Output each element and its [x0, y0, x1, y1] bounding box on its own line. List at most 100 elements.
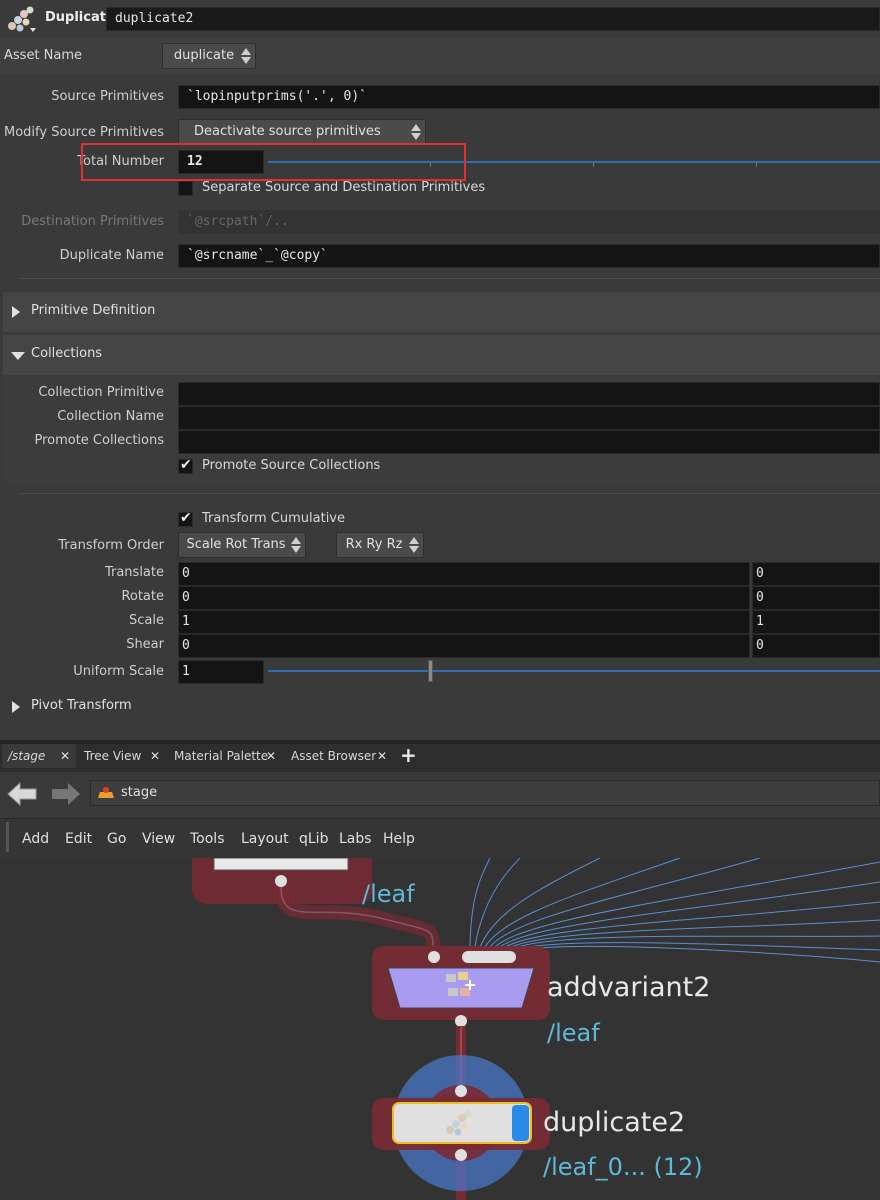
tab-material-palette[interactable]: Material Palette ✕ — [168, 744, 282, 768]
tab-label: Material Palette — [174, 749, 269, 763]
menu-labs[interactable]: Labs — [339, 831, 372, 847]
uniform-scale-label: Uniform Scale — [73, 664, 164, 679]
rotation-order-dropdown[interactable]: Rx Ry Rz — [336, 532, 424, 558]
section-title: Pivot Transform — [31, 698, 132, 713]
tab-tree-view[interactable]: Tree View ✕ — [78, 744, 166, 768]
highlight-box — [81, 143, 466, 181]
node-name-field[interactable]: duplicate2 — [106, 7, 880, 31]
duplicate-name-field[interactable]: `@srcname`_`@copy` — [178, 244, 880, 268]
transform-order-dropdown[interactable]: Scale Rot Trans — [178, 532, 306, 558]
shear-x-field[interactable]: 0 — [178, 634, 750, 658]
rotate-y-field[interactable]: 0 — [752, 586, 880, 610]
parameter-header: Duplicate duplicate2 — [0, 0, 880, 36]
shear-y-field[interactable]: 0 — [752, 634, 880, 658]
separate-label: Separate Source and Destination Primitiv… — [202, 180, 486, 195]
scale-x-field[interactable]: 1 — [178, 610, 750, 634]
pivot-transform-section[interactable]: Pivot Transform — [3, 687, 880, 727]
transform-order-label: Transform Order — [58, 538, 164, 553]
asset-name-dropdown[interactable]: duplicate — [162, 43, 256, 69]
path-value: stage — [121, 785, 158, 800]
close-icon[interactable]: ✕ — [60, 744, 70, 768]
rotation-order-value: Rx Ry Rz — [345, 537, 403, 552]
menu-edit[interactable]: Edit — [65, 831, 92, 847]
stage-icon — [96, 784, 116, 802]
dropdown-arrows-icon — [241, 48, 251, 64]
primitive-definition-section[interactable]: Primitive Definition — [3, 292, 880, 332]
source-primitives-field[interactable]: `lopinputprims('.', 0)` — [178, 85, 880, 109]
menu-help[interactable]: Help — [383, 831, 415, 847]
section-title: Primitive Definition — [31, 303, 156, 318]
addvariant-node-name[interactable]: addvariant2 — [547, 972, 710, 1003]
destination-primitives-field[interactable]: `@srcpath`/.. — [178, 210, 880, 234]
wire-path-label: /leaf — [362, 880, 415, 908]
separate-checkbox[interactable] — [178, 181, 193, 196]
asset-row: Asset Name duplicate — [0, 38, 880, 74]
node-type-label: Duplicate — [45, 10, 115, 25]
uniform-scale-slider[interactable] — [268, 670, 880, 672]
tab-asset-browser[interactable]: Asset Browser ✕ — [285, 744, 393, 768]
menu-view[interactable]: View — [142, 831, 175, 847]
translate-x-field[interactable]: 0 — [178, 562, 750, 586]
collection-name-label: Collection Name — [57, 409, 164, 424]
menu-qlib[interactable]: qLib — [299, 831, 328, 847]
slider-tick — [756, 163, 757, 167]
shear-label: Shear — [126, 637, 164, 652]
collection-primitive-label: Collection Primitive — [38, 385, 164, 400]
network-editor[interactable]: /leaf addvariant2 /leaf duplicate2 /leaf… — [0, 858, 880, 1200]
close-icon[interactable]: ✕ — [150, 744, 160, 768]
promote-source-label: Promote Source Collections — [202, 458, 381, 473]
destination-primitives-label: Destination Primitives — [21, 214, 164, 229]
tab-label: Tree View — [84, 749, 142, 763]
tab-stage[interactable]: /stage ✕ — [2, 744, 76, 768]
transform-order-value: Scale Rot Trans — [186, 537, 286, 552]
tab-label: Asset Browser — [291, 749, 377, 763]
asset-name-label: Asset Name — [4, 48, 83, 63]
addvariant-node-path: /leaf — [547, 1019, 600, 1047]
collections-section[interactable]: Collections — [3, 335, 880, 375]
collection-name-field[interactable] — [178, 406, 880, 430]
source-primitives-label: Source Primitives — [51, 89, 164, 104]
modify-source-value: Deactivate source primitives — [194, 124, 381, 139]
uniform-scale-field[interactable]: 1 — [178, 660, 264, 684]
modify-source-dropdown[interactable]: Deactivate source primitives — [178, 119, 426, 145]
collection-primitive-field[interactable] — [178, 382, 880, 406]
slider-handle[interactable] — [428, 660, 433, 682]
promote-source-checkbox[interactable] — [178, 457, 193, 474]
menu-tools[interactable]: Tools — [190, 831, 225, 847]
asset-name-value: duplicate — [173, 48, 235, 63]
divider — [20, 278, 880, 279]
dropdown-arrows-icon — [409, 537, 419, 553]
menu-handle — [6, 822, 9, 852]
duplicate-node-name[interactable]: duplicate2 — [543, 1107, 685, 1138]
menu-layout[interactable]: Layout — [241, 831, 289, 847]
duplicate-node-path: /leaf_0... (12) — [543, 1153, 703, 1181]
back-arrow-icon[interactable] — [6, 780, 40, 810]
scale-y-field[interactable]: 1 — [752, 610, 880, 634]
slider-tick — [593, 163, 594, 167]
expand-arrow-icon — [12, 701, 20, 713]
rotate-label: Rotate — [121, 589, 164, 604]
transform-cumulative-checkbox[interactable] — [178, 510, 193, 527]
expand-arrow-icon — [12, 306, 20, 318]
close-icon[interactable]: ✕ — [377, 744, 387, 768]
path-field[interactable]: stage — [90, 780, 880, 806]
translate-label: Translate — [104, 565, 164, 580]
divider — [20, 493, 880, 494]
menu-add[interactable]: Add — [22, 831, 49, 847]
translate-y-field[interactable]: 0 — [752, 562, 880, 586]
promote-collections-label: Promote Collections — [34, 433, 164, 448]
modify-source-label: Modify Source Primitives — [3, 125, 164, 140]
scale-label: Scale — [129, 613, 164, 628]
section-title: Collections — [31, 346, 103, 361]
add-tab-icon[interactable]: + — [400, 743, 417, 767]
duplicate-node-icon[interactable] — [6, 4, 40, 34]
forward-arrow-icon[interactable] — [48, 780, 82, 810]
menu-go[interactable]: Go — [107, 831, 126, 847]
network-menu-bar — [0, 818, 880, 858]
duplicate-name-label: Duplicate Name — [59, 248, 164, 263]
dropdown-arrows-icon — [291, 537, 301, 553]
promote-collections-field[interactable] — [178, 430, 880, 454]
rotate-x-field[interactable]: 0 — [178, 586, 750, 610]
dropdown-arrows-icon — [411, 124, 421, 140]
close-icon[interactable]: ✕ — [266, 744, 276, 768]
